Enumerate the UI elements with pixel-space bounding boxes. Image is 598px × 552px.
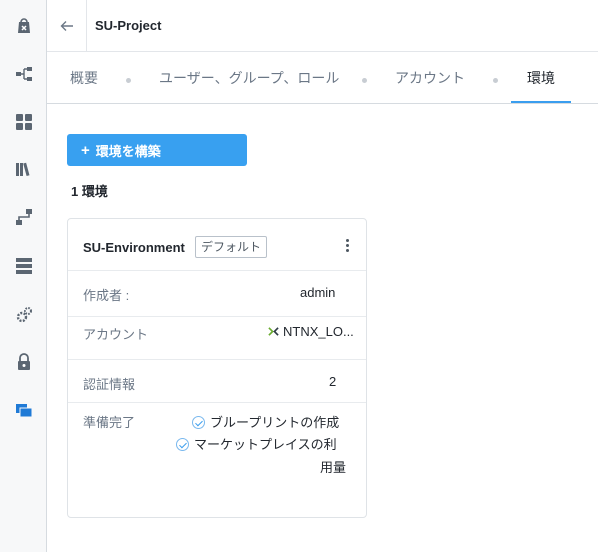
tab-overview[interactable]: 概要: [70, 52, 98, 104]
creator-value: admin: [300, 285, 336, 300]
more-options-icon[interactable]: [341, 239, 353, 255]
gears-icon[interactable]: [0, 301, 47, 329]
tab-accounts[interactable]: アカウント: [395, 52, 465, 104]
lock-icon[interactable]: [0, 348, 47, 376]
tree-icon[interactable]: [0, 60, 47, 88]
tab-environments[interactable]: 環境: [527, 52, 555, 104]
ready-label: 準備完了: [83, 415, 136, 430]
sidebar: [0, 0, 47, 552]
library-icon[interactable]: [0, 155, 47, 183]
account-row: アカウント NTNX_LO...: [68, 317, 366, 360]
build-environment-label: 環境を構築: [95, 143, 161, 159]
ready-item: マーケットプレイスの利: [176, 434, 337, 453]
build-environment-button[interactable]: + 環境を構築: [67, 134, 247, 166]
route-icon[interactable]: [0, 203, 47, 231]
ready-item: ブループリントの作成: [192, 412, 339, 431]
tab-separator: [362, 78, 367, 83]
credentials-row: 認証情報 2: [68, 360, 366, 403]
projects-icon[interactable]: [0, 396, 47, 424]
card-header: SU-Environment デフォルト: [68, 219, 366, 271]
account-label: アカウント: [83, 327, 149, 342]
account-name: NTNX_LO...: [283, 324, 354, 339]
environment-name[interactable]: SU-Environment: [83, 240, 185, 255]
credentials-count: 2: [329, 374, 337, 389]
server-list-icon[interactable]: [0, 252, 47, 280]
environment-card[interactable]: SU-Environment デフォルト 作成者 : admin アカウント N…: [67, 218, 367, 518]
active-tab-indicator: [511, 101, 571, 103]
default-badge: デフォルト: [195, 236, 268, 258]
back-button[interactable]: [47, 0, 87, 52]
tab-separator: [126, 78, 131, 83]
check-circle-icon: [192, 416, 205, 429]
tab-users-groups-roles[interactable]: ユーザー、グループ、ロール: [159, 52, 339, 104]
page-title: SU-Project: [95, 18, 162, 33]
credentials-label: 認証情報: [83, 377, 136, 392]
arrow-left-icon: [60, 20, 73, 31]
environment-count: 1 環境: [71, 184, 108, 199]
creator-row: 作成者 : admin: [68, 271, 366, 317]
page-header: SU-Project: [47, 0, 598, 52]
grid-icon[interactable]: [0, 108, 47, 136]
nutanix-icon: [268, 327, 279, 336]
bag-x-icon[interactable]: [0, 12, 47, 40]
readiness-section: 準備完了 ブループリントの作成 マーケットプレイスの利 用量: [68, 403, 366, 503]
plus-icon: +: [81, 141, 90, 159]
check-circle-icon: [176, 438, 189, 451]
creator-label: 作成者 :: [83, 288, 130, 303]
ready-item-continuation: 用量: [320, 460, 347, 475]
account-value: NTNX_LO...: [268, 324, 354, 339]
tab-separator: [493, 78, 498, 83]
